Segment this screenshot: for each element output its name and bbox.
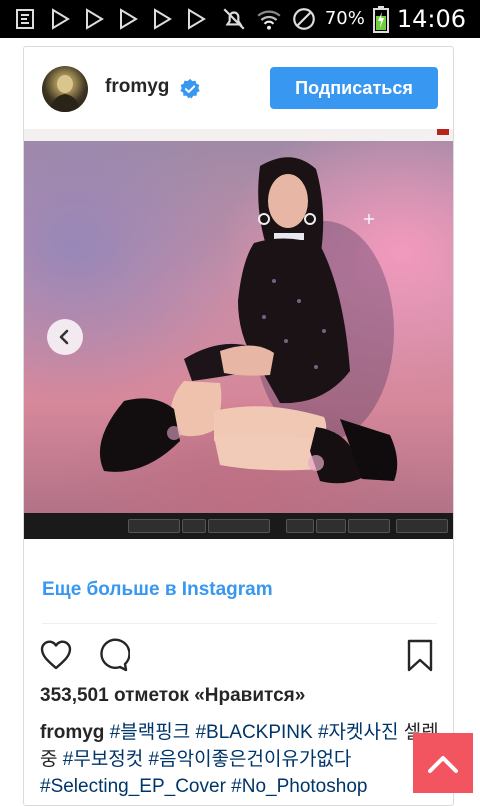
more-on-instagram-link[interactable]: Еще больше в Instagram: [42, 579, 273, 601]
scroll-to-top-button[interactable]: [413, 733, 473, 793]
chevron-up-icon: [428, 756, 458, 773]
notification-icon: [16, 9, 34, 29]
play-store-icon: [154, 8, 172, 30]
mute-icon: [223, 8, 245, 30]
caption-username[interactable]: fromyg: [40, 722, 104, 743]
photo-subject: [99, 157, 398, 484]
hashtag[interactable]: #블랙핑크: [110, 722, 191, 743]
wifi-icon: [257, 10, 281, 30]
hashtag[interactable]: #No_Photoshop: [231, 776, 367, 797]
photo-top-strip: [24, 129, 453, 141]
play-store-icon: [86, 8, 104, 30]
post-actions: [24, 635, 453, 675]
hashtag[interactable]: #자켓사진: [318, 722, 399, 743]
carousel-previous-button[interactable]: [47, 319, 83, 355]
status-bar-left: [14, 6, 208, 32]
clock: 14:06: [396, 5, 466, 33]
no-sim-icon: [292, 8, 315, 30]
instagram-post-card: fromyg Подписаться Еще больше в Instagra…: [23, 46, 454, 806]
likes-count[interactable]: 353,501 отметок «Нравится»: [40, 685, 305, 707]
play-store-icon: [52, 8, 70, 30]
toolbar-cell: [316, 519, 346, 533]
bookmark-icon[interactable]: [402, 637, 438, 673]
photo-editor-toolbar: [24, 513, 453, 539]
hashtag[interactable]: #음악이좋은건이유가없다: [149, 749, 352, 770]
chevron-left-icon: [59, 329, 69, 345]
play-store-icon: [120, 8, 138, 30]
avatar[interactable]: [42, 66, 88, 112]
hashtag[interactable]: #BLACKPINK: [195, 722, 312, 743]
photo-corner-marker: [437, 129, 449, 135]
photo-image: [24, 141, 453, 513]
hashtag[interactable]: #무보정컷: [63, 749, 144, 770]
hashtag[interactable]: #Selecting_EP_Cover: [40, 776, 226, 797]
follow-button[interactable]: Подписаться: [270, 67, 438, 109]
play-store-icon: [188, 8, 206, 30]
comment-icon[interactable]: [94, 637, 130, 673]
battery-percentage: 70%: [324, 8, 365, 29]
status-bar-right: 70% 14:06: [221, 4, 466, 34]
verified-badge-icon: [180, 78, 200, 99]
post-username[interactable]: fromyg: [105, 76, 169, 98]
post-photo[interactable]: [24, 129, 453, 539]
divider: [42, 623, 437, 624]
battery-icon: [372, 6, 389, 33]
toolbar-cell: [208, 519, 270, 533]
heart-icon[interactable]: [38, 637, 74, 673]
toolbar-cell: [182, 519, 206, 533]
toolbar-cell: [396, 519, 448, 533]
status-bar: 70% 14:06: [0, 0, 480, 38]
avatar-figure: [50, 75, 80, 112]
toolbar-cell: [286, 519, 314, 533]
toolbar-cell: [348, 519, 390, 533]
toolbar-cell: [128, 519, 180, 533]
post-caption: fromyg #블랙핑크 #BLACKPINK #자켓사진 셀렉중 #무보정컷 …: [40, 719, 440, 800]
